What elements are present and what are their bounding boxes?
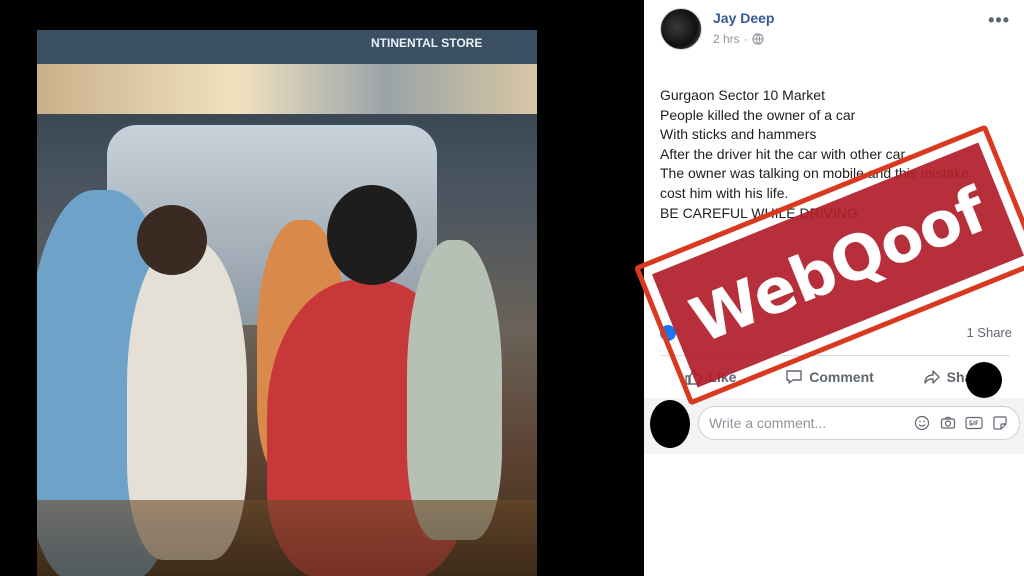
- share-icon: [923, 370, 940, 384]
- post-line: After the driver hit the car with other …: [660, 145, 909, 162]
- video-frame[interactable]: NTINENTAL STORE: [37, 30, 537, 576]
- video-player[interactable]: NTINENTAL STORE: [0, 0, 644, 576]
- author-name[interactable]: Jay Deep: [713, 10, 774, 26]
- redaction-mark: [650, 400, 690, 448]
- post-meta: 2 hrs ·: [713, 32, 764, 46]
- person-head: [137, 205, 207, 275]
- comment-tools: [913, 414, 1009, 432]
- ground: [37, 500, 537, 576]
- post-actions: Like Comment Share: [660, 360, 1010, 394]
- emoji-icon[interactable]: [913, 414, 931, 432]
- more-options-button[interactable]: •••: [988, 10, 1010, 31]
- shop-sign: NTINENTAL STORE: [371, 36, 483, 50]
- like-label: Like: [708, 369, 737, 385]
- person-grey-shirt: [407, 240, 502, 540]
- comment-label: Comment: [809, 369, 874, 385]
- post-line: cost him with his life.: [660, 184, 789, 201]
- post-line: People killed the owner of a car: [660, 106, 856, 123]
- comment-input[interactable]: [709, 415, 913, 431]
- post-time[interactable]: 2 hrs: [713, 32, 740, 46]
- gif-icon[interactable]: [965, 414, 983, 432]
- sticker-icon[interactable]: [991, 414, 1009, 432]
- post-line: The owner was talking on mobile and this…: [660, 165, 969, 182]
- divider: [660, 355, 1010, 356]
- post-panel: Jay Deep 2 hrs · ••• Gurgaon Sector 10 M…: [644, 0, 1024, 576]
- comment-box[interactable]: [698, 406, 1020, 440]
- author-avatar[interactable]: [660, 8, 702, 50]
- comment-section: [644, 398, 1024, 454]
- post-text: Gurgaon Sector 10 Market People killed t…: [660, 86, 1010, 223]
- post-line: BE CAREFUL WHILE DRIVING: [660, 204, 858, 221]
- share-count[interactable]: 1 Share: [966, 325, 1012, 340]
- comment-icon: [786, 370, 802, 384]
- post-line: With sticks and hammers: [660, 126, 817, 143]
- post-line: Gurgaon Sector 10 Market: [660, 87, 825, 103]
- reaction-icon[interactable]: [660, 325, 676, 341]
- comment-button[interactable]: Comment: [785, 368, 874, 386]
- camera-icon[interactable]: [939, 414, 957, 432]
- redaction-mark: [966, 362, 1002, 398]
- like-icon: [685, 369, 702, 385]
- storefront-lights: [37, 64, 537, 114]
- post-header: Jay Deep 2 hrs · •••: [660, 8, 1010, 52]
- like-button[interactable]: Like: [684, 368, 736, 386]
- globe-icon[interactable]: [752, 33, 764, 45]
- person-head: [327, 185, 417, 285]
